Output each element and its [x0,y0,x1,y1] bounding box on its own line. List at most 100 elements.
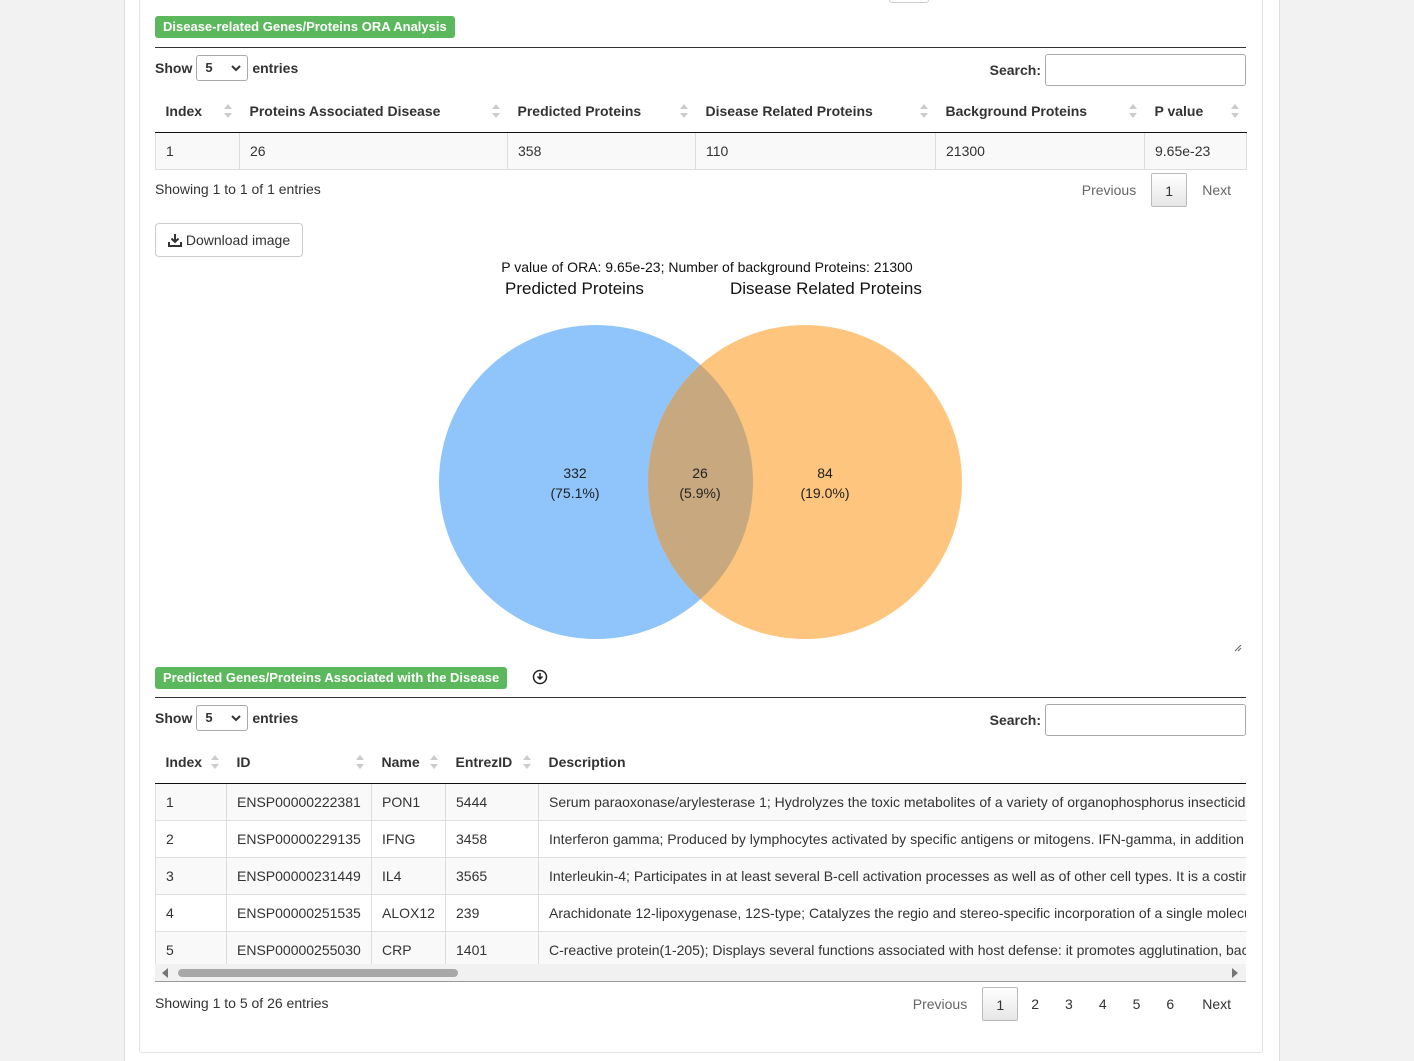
column-header[interactable]: ID [226,741,372,784]
sort-icon [223,104,232,118]
table-row[interactable]: 4 ENSP00000251535 ALOX12 239 Arachidonat… [155,894,1246,932]
search-control: Search: [990,54,1246,86]
chevron-down-icon [231,714,242,721]
sort-icon [355,755,364,769]
table-info: Showing 1 to 5 of 26 entries [155,995,329,1011]
next-button[interactable]: Next [1187,986,1246,1022]
search-label: Search: [989,712,1041,728]
entries-label: entries [252,710,299,726]
predicted-table: Index ID Name EntrezID Description 1 ENS… [155,741,1246,965]
entries-label: entries [252,60,299,76]
table-row[interactable]: 1 ENSP00000222381 PON1 5444 Serum paraox… [155,783,1246,821]
table-cell: C-reactive protein(1-205); Displays seve… [538,931,1246,965]
venn-overlap-pct: (5.9%) [679,485,720,501]
sort-icon [522,755,531,769]
table-row[interactable]: 5 ENSP00000255030 CRP 1401 C-reactive pr… [155,931,1246,965]
page-button-current[interactable]: 1 [982,987,1019,1021]
page-button[interactable]: 3 [1052,986,1086,1022]
page-button[interactable]: 6 [1153,986,1187,1022]
resize-handle-icon[interactable] [1234,644,1242,652]
sort-icon [1128,104,1137,118]
chevron-down-icon [231,64,242,71]
page-size-select[interactable]: 5 [196,55,249,81]
scrollbar-thumb[interactable] [178,969,458,977]
search-input[interactable] [1045,704,1246,736]
table-cell: 4 [155,894,227,932]
table-row[interactable]: 1 26 358 110 21300 9.65e-23 [155,132,1247,170]
sort-icon [1230,104,1239,118]
column-header[interactable]: Background Proteins [935,90,1145,133]
previous-button[interactable]: Previous [898,986,982,1022]
table-cell: ENSP00000231449 [226,857,372,895]
table-cell: CRP [371,931,446,965]
predicted-section-label: Predicted Genes/Proteins Associated with… [155,667,508,689]
table-cell: IFNG [371,820,446,858]
table-cell: ENSP00000255030 [226,931,372,965]
section-divider [155,697,1246,698]
page-button-current[interactable]: 1 [1151,173,1188,207]
column-header[interactable]: P value [1144,90,1247,133]
table-cell: 5444 [445,783,539,821]
search-label: Search: [989,62,1041,78]
table-row[interactable]: 3 ENSP00000231449 IL4 3565 Interleukin-4… [155,857,1246,895]
table-cell: 3565 [445,857,539,895]
scroll-right-arrow-icon[interactable] [1232,968,1238,978]
table-cell: 3458 [445,820,539,858]
column-header[interactable]: EntrezID [445,741,539,784]
search-control: Search: [990,704,1246,736]
table-cell: 2 [155,820,227,858]
previous-button[interactable]: Previous [1067,172,1151,208]
page-size-value: 5 [205,710,213,725]
table-cell: 26 [239,132,508,170]
page-button[interactable]: 4 [1086,986,1120,1022]
table-cell: 1 [155,132,240,170]
table-cell: ENSP00000222381 [226,783,372,821]
venn-left-count: 332 [563,465,587,481]
next-button[interactable]: Next [1187,172,1246,208]
column-header[interactable]: Proteins Associated Disease [239,90,508,133]
table-cell: 9.65e-23 [1144,132,1247,170]
column-header[interactable]: Index [155,741,227,784]
table-cell: Interleukin-4; Participates in at least … [538,857,1246,895]
column-header[interactable]: Description [538,741,1246,784]
page-button[interactable]: 5 [1120,986,1154,1022]
table-cell: 5 [155,931,227,965]
pagination: Previous 1 Next [1067,172,1246,208]
venn-left-pct: (75.1%) [550,485,599,501]
length-control: Show 5 entries [155,54,298,82]
scroll-left-arrow-icon[interactable] [162,968,168,978]
table-cell: 110 [695,132,936,170]
table-cell: 21300 [935,132,1145,170]
download-label: Download image [185,232,291,248]
column-header[interactable]: Name [371,741,446,784]
table-cell: ENSP00000251535 [226,894,372,932]
column-header[interactable]: Disease Related Proteins [695,90,936,133]
page-size-value: 5 [205,60,213,75]
table-header-row: Index Proteins Associated Disease Predic… [155,90,1247,133]
table-cell: Arachidonate 12-lipoxygenase, 12S-type; … [538,894,1246,932]
table-scroll-area[interactable]: Index ID Name EntrezID Description 1 ENS… [155,741,1246,965]
column-header[interactable]: Predicted Proteins [507,90,696,133]
download-circle-icon[interactable] [532,669,548,685]
download-image-button[interactable]: Download image [155,223,303,257]
column-header[interactable]: Index [155,90,240,133]
search-input[interactable] [1045,54,1246,86]
length-control: Show 5 entries [155,704,298,732]
venn-right-set-label: Disease Related Proteins [730,279,922,298]
table-cell: PON1 [371,783,446,821]
table-row[interactable]: 2 ENSP00000229135 IFNG 3458 Interferon g… [155,820,1246,858]
horizontal-scrollbar[interactable] [155,964,1246,982]
page-button[interactable]: 2 [1018,986,1052,1022]
sort-icon [210,755,219,769]
ora-table: Index Proteins Associated Disease Predic… [155,90,1247,170]
top-control-stub[interactable] [889,0,929,3]
table-cell: ENSP00000229135 [226,820,372,858]
venn-diagram: 332 (75.1%) 26 (5.9%) 84 (19.0%) [439,325,962,639]
page-size-select[interactable]: 5 [196,705,249,731]
table-cell: Interferon gamma; Produced by lymphocyte… [538,820,1246,858]
table-cell: Serum paraoxonase/arylesterase 1; Hydrol… [538,783,1246,821]
table-cell: 3 [155,857,227,895]
section-divider [155,47,1246,48]
table-cell: 239 [445,894,539,932]
table-cell: 358 [507,132,696,170]
